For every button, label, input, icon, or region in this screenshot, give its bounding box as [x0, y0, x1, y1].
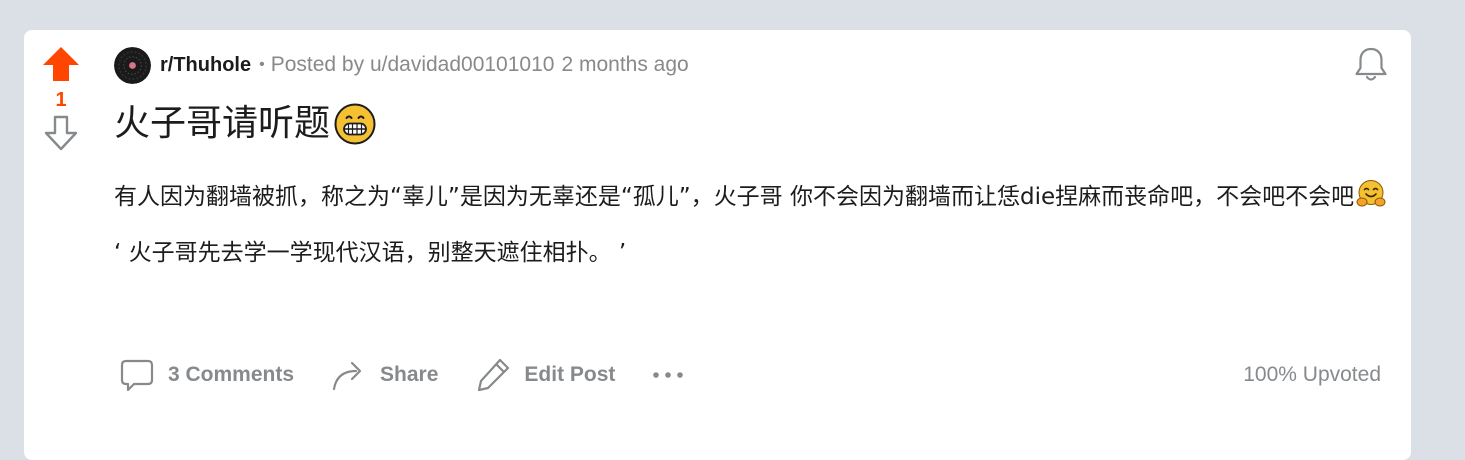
post-paragraph: 有人因为翻墙被抓，称之为“辜儿”是因为无辜还是“孤儿”，火子哥 你不会因为翻墙而… [114, 178, 1394, 216]
upvote-arrow-icon[interactable] [41, 44, 81, 84]
comment-icon [120, 359, 154, 392]
comments-label: 3 Comments [168, 363, 295, 386]
subreddit-link[interactable]: r/Thuhole [160, 54, 251, 77]
post-paragraph-text: 有人因为翻墙被抓，称之为“辜儿”是因为无辜还是“孤儿”，火子哥 你不会因为翻墙而… [114, 184, 1355, 210]
downvote-arrow-icon[interactable] [41, 114, 81, 154]
meta-separator: • [259, 56, 265, 73]
subreddit-avatar-icon[interactable] [114, 46, 151, 84]
upvote-ratio: 100% Upvoted [1243, 363, 1381, 386]
vote-column: 1 [38, 44, 84, 154]
grinning-face-icon [334, 103, 376, 145]
hugging-face-icon [1356, 180, 1386, 207]
vote-score: 1 [55, 89, 67, 111]
more-options-button[interactable] [651, 370, 685, 380]
posted-by-label[interactable]: Posted by u/davidad00101010 [271, 53, 555, 77]
more-dots-icon [653, 372, 684, 378]
post-meta: r/Thuhole • Posted by u/davidad00101010 … [114, 46, 689, 84]
post-paragraph: ‘ 火子哥先去学一学现代汉语，别整天遮住相扑。 ’ [114, 240, 627, 266]
edit-post-label: Edit Post [524, 363, 616, 386]
pencil-icon [478, 358, 510, 392]
post-title[interactable]: 火子哥请听题 [114, 100, 376, 148]
post-body: 有人因为翻墙被抓，称之为“辜儿”是因为无辜还是“孤儿”，火子哥 你不会因为翻墙而… [114, 178, 1394, 272]
edit-post-button[interactable]: Edit Post [474, 356, 615, 394]
share-label: Share [380, 363, 439, 386]
post-card: 1 r/Thuhole • Posted by u/davidad0010101… [24, 30, 1411, 460]
share-icon [332, 361, 362, 391]
post-actions: 3 Comments Share Edit Post [118, 350, 685, 400]
comments-button[interactable]: 3 Comments [118, 356, 294, 394]
post-time[interactable]: 2 months ago [561, 53, 688, 77]
post-title-text: 火子哥请听题 [114, 103, 331, 144]
share-button[interactable]: Share [330, 356, 438, 394]
bell-icon[interactable] [1351, 44, 1391, 84]
